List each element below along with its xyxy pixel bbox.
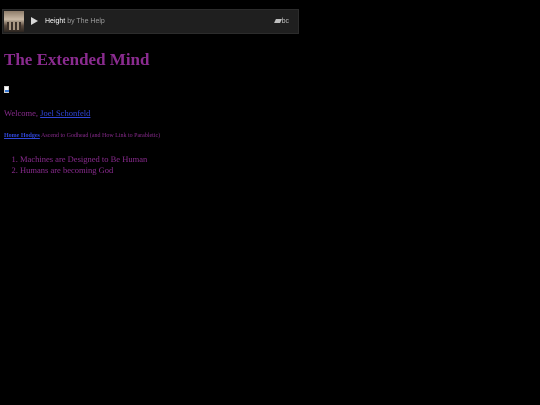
user-link[interactable]: Joel Schonfeld — [40, 108, 90, 118]
chapter-item: Humans are becoming God — [20, 165, 147, 176]
bandcamp-logo[interactable]: bc — [273, 18, 289, 26]
chapter-list: Machines are Designed to Be Human Humans… — [4, 154, 147, 176]
track-title[interactable]: Height — [45, 18, 65, 25]
track-artist[interactable]: by The Help — [67, 18, 105, 25]
post-title-text: Ascend to Godhead (and How Link to Parab… — [41, 133, 161, 139]
page-title: The Extended Mind — [4, 50, 150, 69]
play-button[interactable] — [27, 13, 43, 30]
play-icon — [31, 17, 38, 25]
post-author-link[interactable]: Home Hodges — [4, 133, 40, 139]
chapter-item: Machines are Designed to Be Human — [20, 154, 147, 165]
bandcamp-player: Height by The Help bc — [2, 9, 299, 34]
broken-image-icon — [4, 86, 11, 94]
broken-image-tear — [5, 90, 9, 92]
track-info: Height by The Help — [45, 17, 105, 26]
welcome-prefix: Welcome, — [4, 108, 39, 118]
bandcamp-logo-icon — [273, 19, 282, 23]
album-art-detail — [7, 22, 21, 30]
welcome-line: Welcome, Joel Schonfeld — [4, 108, 90, 119]
post-line: Home Hodges Ascend to Godhead (and How L… — [4, 132, 160, 140]
album-art-image[interactable] — [4, 11, 24, 32]
bandcamp-logo-text: bc — [281, 18, 289, 25]
